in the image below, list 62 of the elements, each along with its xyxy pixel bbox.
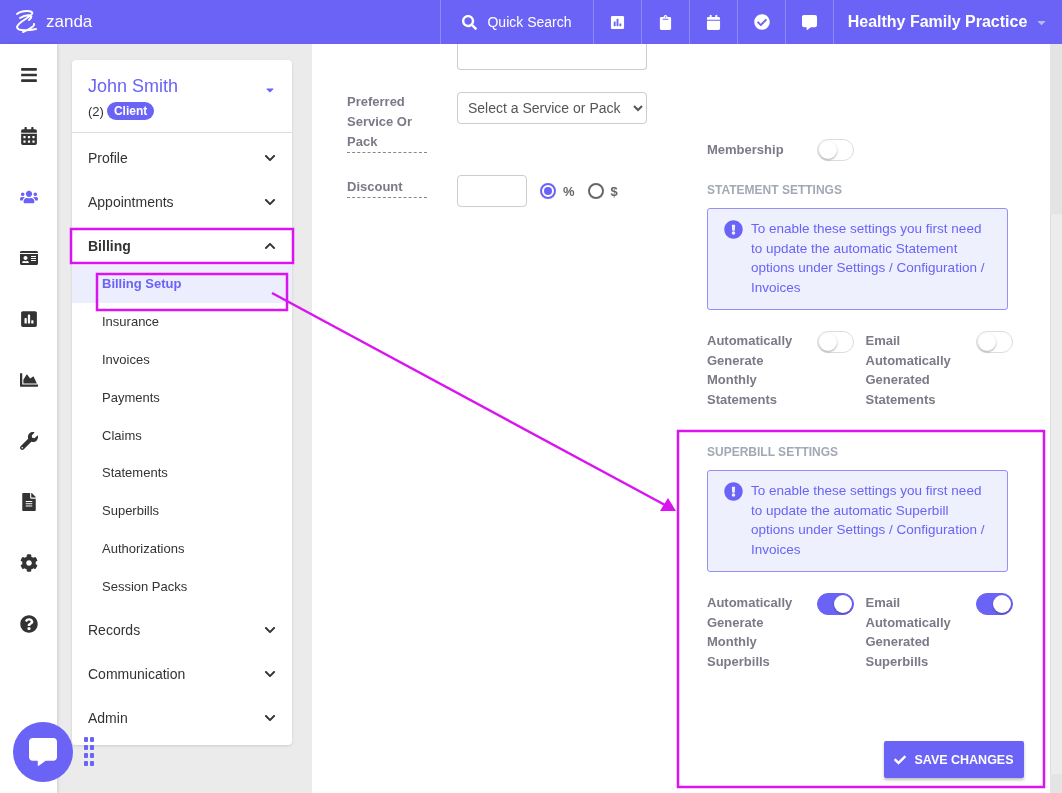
id-card-icon — [19, 248, 38, 267]
alert-message: To enable these settings you first need to update the automatic Statement options under Settings / Configuration / Invoices — [751, 220, 986, 297]
section-title: STATEMENT SETTINGS — [707, 183, 843, 197]
drag-handle-icon[interactable] — [84, 737, 95, 769]
bar-chart-icon — [19, 309, 38, 328]
bar-chart-icon — [610, 14, 625, 30]
nav-subitem[interactable]: Superbills — [72, 491, 292, 530]
save-changes-button[interactable]: SAVE CHANGES — [884, 741, 1024, 778]
service-select[interactable]: Select a Service or Pack — [457, 92, 647, 124]
nav-subitem[interactable]: Invoices — [72, 340, 292, 379]
quick-search-button[interactable]: Quick Search — [440, 0, 594, 44]
client-badge: Client — [106, 102, 155, 120]
alert-message: To enable these settings you first need to update the automatic Superbill options under Settings / Configuration / Invoices — [751, 482, 986, 559]
field-label: Preferred Service Or Pack — [347, 92, 427, 153]
nav-subitem[interactable]: Insurance — [72, 302, 292, 341]
chevron-down-icon — [264, 152, 276, 164]
clipboard-icon — [658, 14, 673, 30]
area-chart-icon — [19, 370, 38, 389]
chevron-down-icon — [264, 196, 276, 208]
textarea-field[interactable] — [457, 44, 647, 70]
speech-bubble-icon — [802, 14, 817, 30]
menu-icon — [19, 65, 38, 84]
field-label: Discount — [347, 177, 427, 198]
exclamation-icon — [724, 220, 743, 239]
toggle-label: Automatically Generate Monthly Statements — [707, 332, 794, 409]
toggle-switch[interactable] — [975, 593, 1013, 615]
calendar-icon — [706, 14, 721, 30]
nav-item[interactable]: Communication — [72, 649, 292, 694]
settings-icon — [19, 553, 38, 572]
wrench-icon — [19, 431, 38, 450]
client-count: (2) — [88, 103, 104, 119]
nav-item[interactable]: Billing — [72, 221, 292, 265]
logo-text: zanda — [46, 12, 93, 32]
unit-radio-option[interactable]: % — [540, 183, 575, 199]
help-icon — [19, 614, 38, 633]
nav-subitem[interactable]: Authorizations — [72, 529, 292, 568]
speech-bubble-icon — [29, 738, 57, 766]
nav-item[interactable]: Admin — [72, 693, 292, 738]
nav-subitem[interactable]: Claims — [72, 416, 292, 454]
nav-item[interactable]: Appointments — [72, 177, 292, 221]
discount-input[interactable] — [457, 175, 527, 207]
nav-item[interactable]: Records — [72, 605, 292, 650]
client-name: John Smith — [88, 76, 179, 97]
search-icon — [462, 14, 478, 30]
toggle-label: Email Automatically Generated Superbills — [865, 594, 952, 671]
nav-subitem[interactable]: Billing Setup — [72, 265, 292, 303]
check-icon — [894, 753, 907, 766]
toggle-label: Email Automatically Generated Statements — [865, 332, 952, 409]
scrollbar[interactable] — [1050, 44, 1062, 793]
exclamation-icon — [724, 482, 743, 501]
chevron-up-icon — [264, 240, 276, 252]
toggle-label: Membership — [707, 141, 785, 160]
toggle-label: Automatically Generate Monthly Superbills — [707, 594, 794, 671]
nav-subitem[interactable]: Session Packs — [72, 567, 292, 606]
document-icon — [19, 492, 38, 511]
toggle-switch[interactable] — [817, 593, 854, 615]
nav-item[interactable]: Profile — [72, 133, 292, 177]
section-title: SUPERBILL SETTINGS — [707, 445, 840, 459]
unit-radio-option[interactable]: $ — [587, 183, 618, 199]
nav-subitem[interactable]: Payments — [72, 378, 292, 417]
calendar-icon — [19, 126, 38, 145]
nav-subitem[interactable]: Statements — [72, 454, 292, 492]
